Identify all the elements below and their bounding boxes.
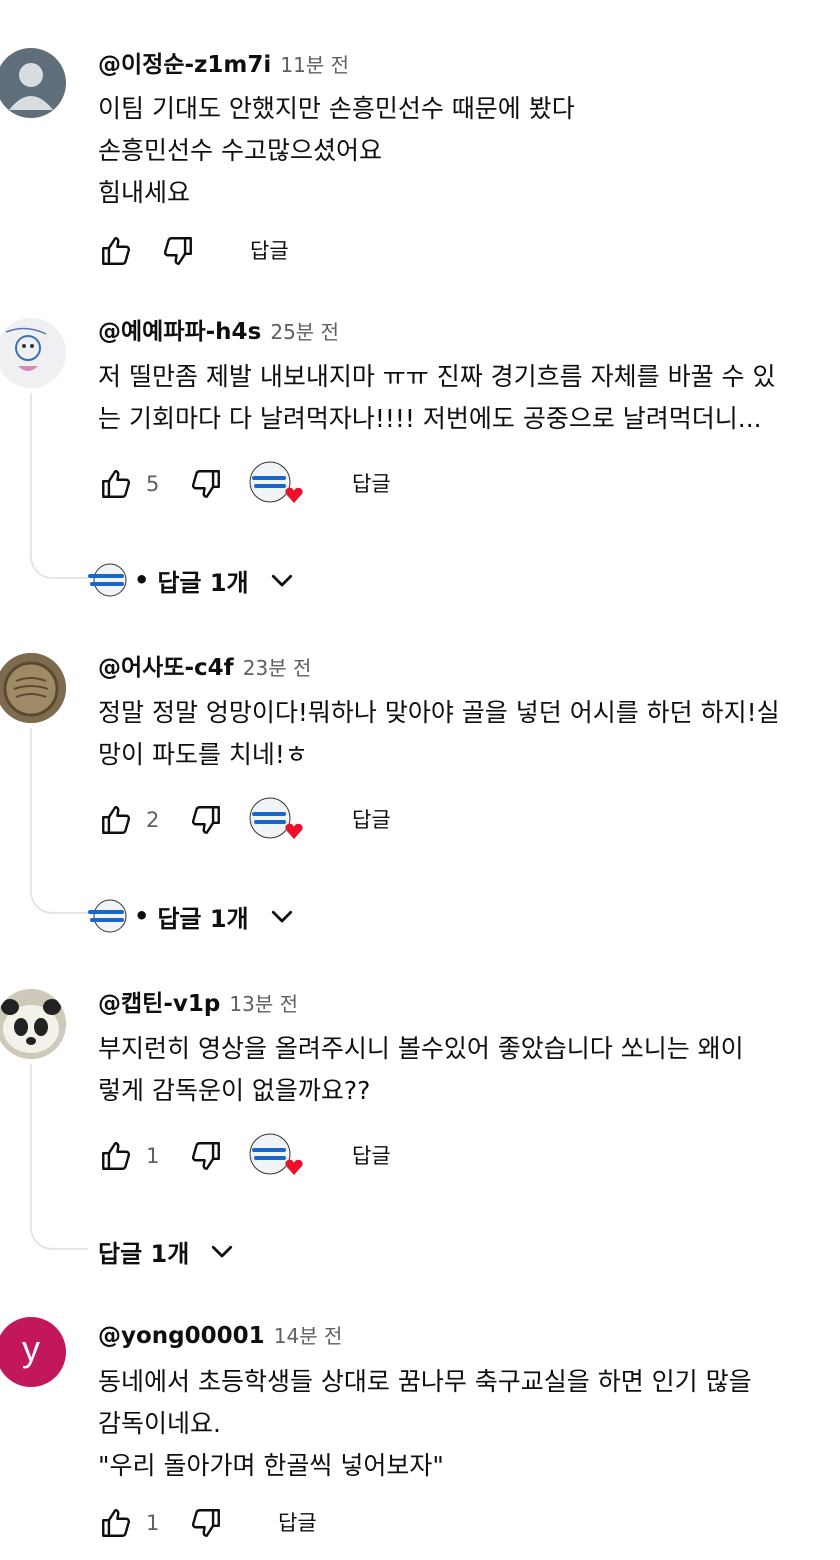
like-button[interactable]: [98, 1503, 134, 1543]
comment-text: 저 띨만좀 제발 내보내지마 ㅠㅠ 진짜 경기흐름 자체를 바꿀 수 있 는 기…: [98, 356, 840, 440]
comment-line: 저 띨만좀 제발 내보내지마 ㅠㅠ 진짜 경기흐름 자체를 바꿀 수 있: [98, 362, 776, 391]
comment-line: 정말 정말 엉망이다!뭐하나 맞아야 골을 넣던 어시를 하던 하지!실: [98, 698, 780, 727]
comment-actions: 5 답글: [98, 461, 698, 504]
dislike-button[interactable]: [188, 1503, 224, 1543]
like-button[interactable]: [98, 800, 134, 840]
author-name[interactable]: @캡틴-v1p: [98, 991, 220, 1017]
like-count: 1: [146, 1144, 160, 1168]
comment-line: 동네에서 초등학생들 상대로 꿈나무 축구교실을 하면 인기 많을: [98, 1367, 752, 1396]
comment-header: @캡틴-v1p 13분 전: [98, 989, 298, 1021]
comment-header: @yong00001 14분 전: [98, 1321, 342, 1353]
comment-line: 는 기회마다 다 날려먹자나!!!! 저번에도 공중으로 날려먹더니...: [98, 404, 762, 433]
like-icon: [102, 806, 131, 834]
dislike-button[interactable]: [188, 464, 224, 504]
author-name[interactable]: @이정순-z1m7i: [98, 52, 271, 78]
comment-text: 이팀 기대도 안했지만 손흥민선수 때문에 봤다 손흥민선수 수고많으셨어요 힘…: [98, 88, 840, 214]
dislike-button[interactable]: [188, 800, 224, 840]
like-icon: [102, 470, 131, 498]
avatar[interactable]: [0, 989, 66, 1059]
timestamp[interactable]: 23분 전: [243, 656, 312, 680]
creator-heart-icon: [248, 460, 304, 510]
comment-line: 힘내세요: [98, 178, 191, 207]
dislike-icon: [191, 470, 220, 498]
comment-actions: 1 답글: [98, 1133, 698, 1176]
like-button[interactable]: [98, 231, 134, 271]
comment-header: @이정순-z1m7i 11분 전: [98, 50, 349, 82]
reply-button[interactable]: 답글: [352, 1136, 391, 1176]
creator-heart-icon: [248, 1132, 304, 1182]
channel-avatar-icon: [86, 898, 128, 934]
dislike-icon: [191, 1142, 220, 1170]
like-count: 1: [146, 1511, 160, 1535]
comment-text: 동네에서 초등학생들 상대로 꿈나무 축구교실을 하면 인기 많을 감독이네요.…: [98, 1361, 840, 1487]
author-name[interactable]: @yong00001: [98, 1323, 265, 1349]
replies-count: 답글 1개: [157, 904, 249, 933]
chevron-down-icon: [267, 565, 297, 595]
chevron-down-icon: [207, 1236, 237, 1266]
chevron-down-icon: [267, 901, 297, 931]
replies-count: 답글 1개: [98, 1239, 190, 1268]
replies-toggle[interactable]: • 답글 1개: [86, 896, 297, 936]
comment-text: 부지런히 영상을 올려주시니 볼수있어 좋았습니다 쏘니는 왜이 렇게 감독운이…: [98, 1028, 840, 1112]
like-count: 2: [146, 808, 160, 832]
replies-count: 답글 1개: [157, 568, 249, 597]
comment-actions: 2 답글: [98, 797, 698, 840]
dislike-icon: [163, 237, 192, 265]
thread-line: [30, 1064, 88, 1250]
comment-line: 렇게 감독운이 없을까요??: [98, 1076, 371, 1105]
timestamp[interactable]: 25분 전: [270, 320, 339, 344]
reply-button[interactable]: 답글: [352, 800, 391, 840]
author-name[interactable]: @어사또-c4f: [98, 655, 234, 681]
like-button[interactable]: [98, 1136, 134, 1176]
dislike-button[interactable]: [188, 1136, 224, 1176]
dislike-icon: [191, 806, 220, 834]
comment-line: "우리 돌아가며 한골씩 넣어보자": [98, 1451, 444, 1480]
avatar[interactable]: [0, 48, 66, 118]
avatar[interactable]: [0, 653, 66, 723]
thread-line: [30, 393, 88, 579]
like-icon: [102, 1142, 131, 1170]
comment-line: 망이 파도를 치네!ㅎ: [98, 740, 308, 769]
like-count: 5: [146, 472, 160, 496]
like-icon: [102, 1509, 131, 1537]
reply-button[interactable]: 답글: [278, 1503, 317, 1543]
comment-line: 이팀 기대도 안했지만 손흥민선수 때문에 봤다: [98, 94, 575, 123]
avatar-letter: y: [22, 1328, 40, 1369]
comment-line: 감독이네요.: [98, 1409, 221, 1438]
comment-header: @어사또-c4f 23분 전: [98, 653, 311, 685]
replies-toggle[interactable]: • 답글 1개: [86, 560, 297, 600]
dislike-button[interactable]: [160, 231, 196, 271]
timestamp[interactable]: 14분 전: [274, 1324, 343, 1348]
like-icon: [102, 237, 131, 265]
comment-line: 부지런히 영상을 올려주시니 볼수있어 좋았습니다 쏘니는 왜이: [98, 1034, 744, 1063]
comment-actions: 답글: [98, 231, 698, 271]
creator-heart-icon: [248, 796, 304, 846]
comment-header: @예예파파-h4s 25분 전: [98, 317, 339, 349]
channel-avatar-icon: [86, 562, 128, 598]
thread-line: [30, 728, 88, 914]
separator-dot: •: [134, 902, 150, 930]
avatar[interactable]: y: [0, 1317, 66, 1387]
timestamp[interactable]: 13분 전: [229, 992, 298, 1016]
author-name[interactable]: @예예파파-h4s: [98, 319, 261, 345]
comment-text: 정말 정말 엉망이다!뭐하나 맞아야 골을 넣던 어시를 하던 하지!실 망이 …: [98, 692, 840, 776]
like-button[interactable]: [98, 464, 134, 504]
separator-dot: •: [134, 566, 150, 594]
replies-toggle[interactable]: 답글 1개: [98, 1231, 237, 1271]
avatar[interactable]: [0, 318, 66, 388]
comment-actions: 1 답글: [98, 1503, 698, 1543]
timestamp[interactable]: 11분 전: [280, 53, 349, 77]
dislike-icon: [191, 1509, 220, 1537]
reply-button[interactable]: 답글: [352, 464, 391, 504]
reply-button[interactable]: 답글: [250, 231, 289, 271]
comment-line: 손흥민선수 수고많으셨어요: [98, 136, 382, 165]
